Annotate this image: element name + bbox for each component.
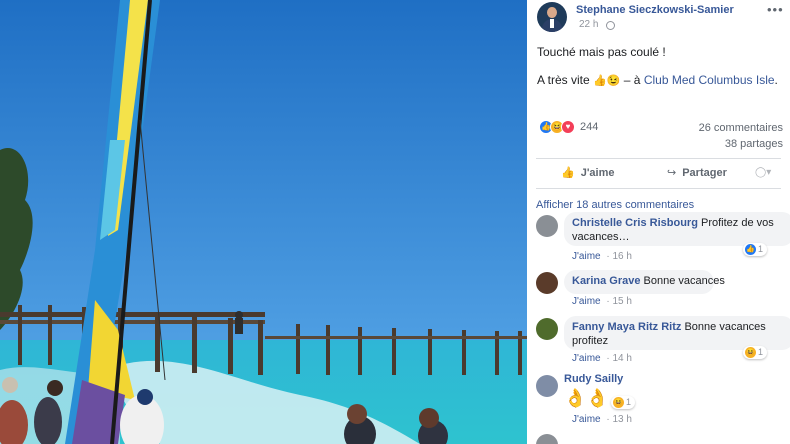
comment-like-link[interactable]: J'aime [572, 251, 601, 262]
comment-bubble: Fanny Maya Ritz Ritz Bonne vacances prof… [564, 316, 790, 350]
audience-selector-icon[interactable]: ◯▾ [755, 167, 771, 178]
comment-bubble: Christelle Cris Risbourg Profitez de vos… [564, 212, 790, 246]
commenter-avatar[interactable] [536, 375, 558, 397]
like-reaction-icon: 👍 [745, 244, 756, 256]
share-count[interactable]: 38 partages [725, 138, 783, 150]
comment-time[interactable]: 16 h [613, 251, 632, 262]
comment-time[interactable]: 13 h [613, 414, 632, 425]
comment-like-link[interactable]: J'aime [572, 353, 601, 364]
commenter-name[interactable]: Karina Grave [572, 275, 640, 287]
reaction-count[interactable]: 244 [580, 121, 598, 133]
commenter-avatar[interactable] [536, 272, 558, 294]
comment-like-link[interactable]: J'aime [572, 296, 601, 307]
thumbs-up-icon: 👍 [561, 167, 575, 179]
commenter-name[interactable]: Fanny Maya Ritz Ritz [572, 321, 681, 333]
post-side-panel: Stephane Sieczkowski-Samier 22 h ••• Tou… [527, 0, 790, 444]
comment-meta: J'aime · 15 h [572, 296, 632, 307]
thumbs-up-wink-emoji: 👍😉 [593, 75, 621, 87]
reactions-summary[interactable]: 👍 😆 ♥ 244 [539, 120, 619, 136]
commenter-avatar[interactable] [536, 434, 558, 444]
comment-count[interactable]: 26 commentaires [699, 122, 783, 134]
author-name[interactable]: Stephane Sieczkowski-Samier [576, 4, 734, 16]
like-button[interactable]: 👍 J'aime [561, 166, 615, 179]
beach-scene-image [0, 0, 527, 444]
post-header: Stephane Sieczkowski-Samier 22 h ••• [527, 0, 790, 40]
comment-reactions[interactable]: 😆 1 [743, 346, 768, 360]
post-photo[interactable] [0, 0, 527, 444]
comment-bubble: Karina Grave Bonne vacances [564, 270, 725, 294]
more-options-icon[interactable]: ••• [767, 2, 784, 17]
commenter-name[interactable]: Rudy Sailly [564, 373, 623, 385]
commenter-name[interactable]: Christelle Cris Risbourg [572, 217, 698, 229]
author-avatar[interactable] [537, 2, 567, 32]
comment-reactions[interactable]: 😆 1 [611, 396, 636, 410]
location-link[interactable]: Club Med Columbus Isle [644, 73, 775, 87]
comment-like-link[interactable]: J'aime [572, 414, 601, 425]
comment-meta: J'aime · 16 h [572, 251, 632, 262]
haha-reaction-icon: 😆 [613, 397, 624, 409]
post-text-line2: A très vite 👍😉 – à Club Med Columbus Isl… [537, 73, 778, 87]
post-text-line1: Touché mais pas coulé ! [537, 45, 666, 59]
love-reaction-icon: ♥ [561, 120, 575, 134]
comment-reactions[interactable]: 👍 1 [743, 243, 768, 257]
comment-time[interactable]: 15 h [613, 296, 632, 307]
action-bar: 👍 J'aime ↪ Partager ◯▾ [536, 158, 781, 189]
comment-meta: J'aime · 13 h [572, 414, 632, 425]
globe-icon [606, 21, 615, 30]
commenter-avatar[interactable] [536, 318, 558, 340]
share-arrow-icon: ↪ [667, 167, 677, 179]
view-more-comments-link[interactable]: Afficher 18 autres commentaires [536, 199, 694, 211]
comment-meta: J'aime · 14 h [572, 353, 632, 364]
commenter-avatar[interactable] [536, 215, 558, 237]
share-button[interactable]: ↪ Partager [667, 166, 727, 179]
comment-time[interactable]: 14 h [613, 353, 632, 364]
post-timestamp[interactable]: 22 h [579, 19, 598, 30]
ok-hand-emoji: 👌👌 [564, 388, 609, 408]
post-text: Touché mais pas coulé ! A très vite 👍😉 –… [537, 45, 782, 87]
haha-reaction-icon: 😆 [745, 347, 756, 359]
